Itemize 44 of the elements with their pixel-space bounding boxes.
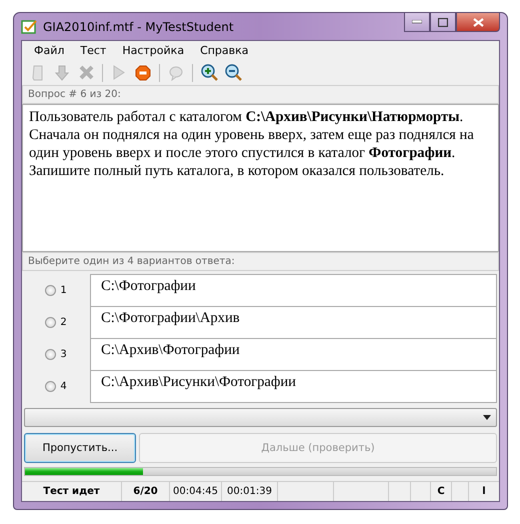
close-icon bbox=[472, 18, 484, 26]
status-text: l bbox=[482, 486, 486, 498]
option-number: 4 bbox=[60, 381, 67, 392]
menu-item[interactable]: Настройка bbox=[114, 44, 192, 58]
option-number: 3 bbox=[60, 349, 67, 360]
stop-icon bbox=[135, 64, 151, 81]
skip-button[interactable]: Пропустить... bbox=[24, 433, 136, 464]
zoom-out-icon bbox=[224, 64, 242, 82]
status-text: 00:04:45 bbox=[173, 486, 218, 498]
answer-option[interactable]: C:\Фотографии\Архив bbox=[90, 306, 497, 339]
answer-option[interactable]: C:\Фотографии bbox=[90, 274, 497, 307]
down-arrow-icon bbox=[55, 64, 69, 81]
answer-option[interactable]: C:\Архив\Фотографии bbox=[90, 338, 497, 371]
page-icon bbox=[32, 64, 44, 81]
maximize-icon bbox=[438, 18, 448, 26]
window-title: GIA2010inf.mtf - MyTestStudent bbox=[43, 20, 235, 34]
checkmark-app-icon bbox=[21, 18, 37, 34]
radio-button[interactable] bbox=[45, 349, 56, 360]
status-text: 6/20 bbox=[133, 486, 158, 498]
speech-bubble-icon bbox=[168, 64, 184, 81]
minimize-button[interactable] bbox=[404, 13, 430, 32]
option-number: 1 bbox=[60, 285, 67, 296]
answers-header: Выберите один из 4 вариантов ответа: bbox=[22, 252, 499, 271]
play-icon bbox=[113, 65, 125, 80]
maximize-button[interactable] bbox=[430, 13, 456, 32]
status-text: Тест идет bbox=[43, 486, 100, 498]
zoom-in-icon bbox=[200, 64, 218, 82]
menu-item[interactable]: Файл bbox=[26, 44, 72, 58]
menu-item[interactable]: Справка bbox=[192, 44, 257, 58]
radio-button[interactable] bbox=[45, 381, 56, 392]
menu-item[interactable]: Тест bbox=[72, 44, 114, 58]
caret-icon bbox=[483, 414, 491, 420]
option-number: 2 bbox=[60, 317, 67, 328]
delete-icon bbox=[78, 65, 94, 80]
status-text: 00:01:39 bbox=[227, 486, 272, 498]
status-text: C bbox=[437, 486, 445, 498]
minimize-icon bbox=[412, 20, 422, 24]
question-header: Вопрос # 6 из 20: bbox=[22, 84, 499, 104]
radio-button[interactable] bbox=[45, 285, 56, 296]
dropdown[interactable] bbox=[24, 408, 497, 428]
answer-option[interactable]: C:\Архив\Рисунки\Фотографии bbox=[90, 370, 497, 403]
question-text: Пользователь работал с каталогом C:\Архив\Рисунки\Натюрморты. Сначала он поднялся на один уровень вверх, затем еще раз поднялся на один уровень вверх и после этого спустился в каталог Фотографии. Запишите полный путь каталога, в котором оказался пользователь. bbox=[22, 104, 499, 252]
close-button[interactable] bbox=[456, 13, 500, 32]
radio-button[interactable] bbox=[45, 317, 56, 328]
